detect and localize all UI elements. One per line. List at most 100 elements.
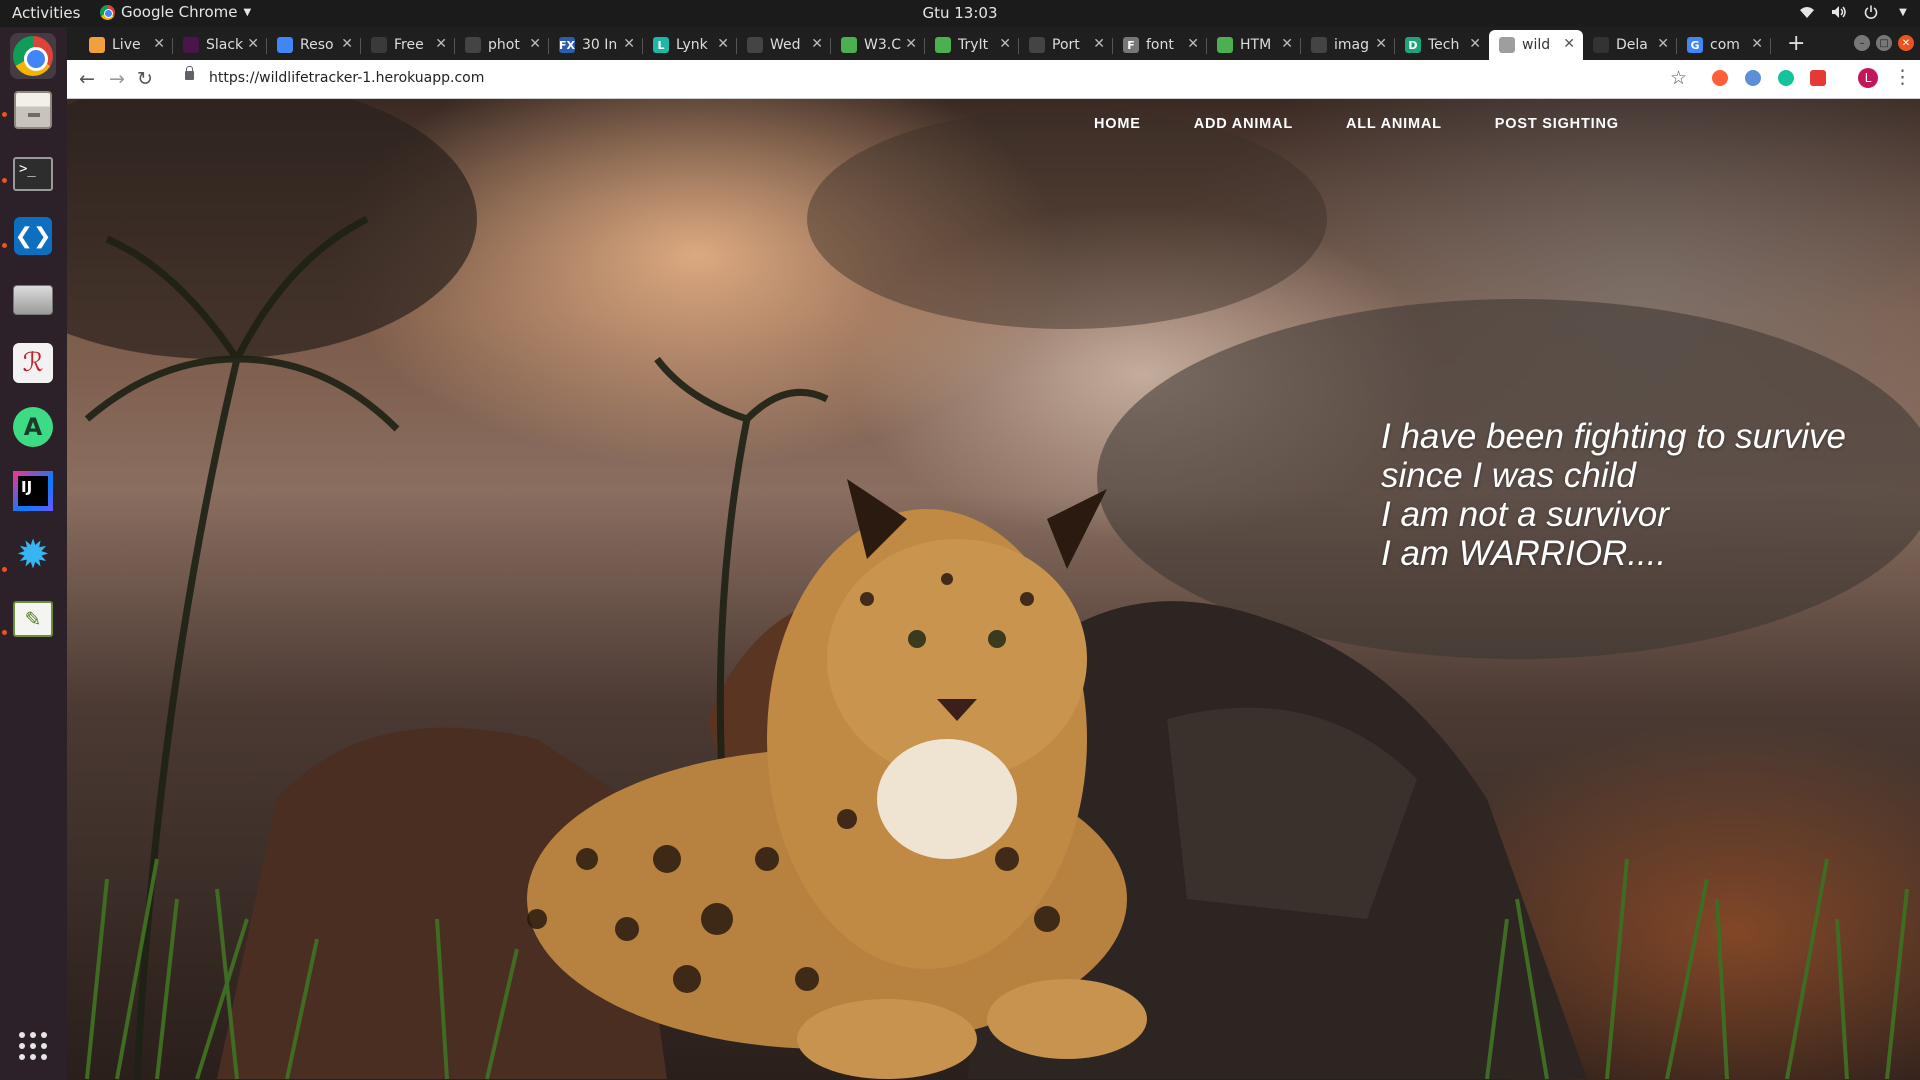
tab-title: Wed xyxy=(770,37,801,53)
reload-button[interactable]: ↻ xyxy=(133,67,157,91)
back-button[interactable]: ← xyxy=(75,67,99,91)
favicon-icon: L xyxy=(653,37,669,53)
tab-title: Port xyxy=(1052,37,1080,53)
browser-tab[interactable]: Port ✕ xyxy=(1019,30,1113,60)
close-tab-icon[interactable]: ✕ xyxy=(529,36,541,52)
close-tab-icon[interactable]: ✕ xyxy=(1563,36,1575,52)
android-studio-icon: A xyxy=(13,407,53,447)
browser-tab[interactable]: Reso ✕ xyxy=(267,30,361,60)
minimize-button[interactable]: – xyxy=(1854,35,1870,51)
favicon-icon xyxy=(89,37,105,53)
tab-title: imag xyxy=(1334,37,1369,53)
browser-tab[interactable]: Free ✕ xyxy=(361,30,455,60)
close-tab-icon[interactable]: ✕ xyxy=(1751,36,1763,52)
dock-item-android-studio[interactable]: A xyxy=(10,404,56,450)
favicon-icon xyxy=(1593,37,1609,53)
extension-icon[interactable] xyxy=(1810,70,1826,86)
browser-tab[interactable]: Gcom ✕ xyxy=(1677,30,1771,60)
activities-button[interactable]: Activities xyxy=(12,4,80,22)
window-controls: – □ ✕ xyxy=(1854,35,1914,51)
maximize-button[interactable]: □ xyxy=(1876,35,1892,51)
browser-tab[interactable]: D Tech ✕ xyxy=(1395,30,1489,60)
close-tab-icon[interactable]: ✕ xyxy=(905,36,917,52)
browser-toolbar: ← → ↻ https://wildlifetracker-1.herokuap… xyxy=(67,60,1920,99)
browser-tab[interactable]: W3.C ✕ xyxy=(831,30,925,60)
browser-tab[interactable]: wild ✕ xyxy=(1489,30,1583,60)
favicon-icon: F xyxy=(1123,37,1139,53)
address-bar[interactable]: https://wildlifetracker-1.herokuapp.com xyxy=(209,70,484,86)
close-tab-icon[interactable]: ✕ xyxy=(623,36,635,52)
extension-icon[interactable] xyxy=(1712,70,1728,86)
close-tab-icon[interactable]: ✕ xyxy=(247,36,259,52)
show-applications-button[interactable] xyxy=(10,1023,56,1069)
grammarly-icon[interactable] xyxy=(1778,70,1794,86)
dock-item-vscode[interactable]: ❮❯ xyxy=(10,213,56,259)
chevron-down-icon: ▼ xyxy=(243,6,252,18)
browser-tab[interactable]: Wed ✕ xyxy=(737,30,831,60)
gear-icon: ✹ xyxy=(16,532,50,578)
close-tab-icon[interactable]: ✕ xyxy=(435,36,447,52)
intellij-icon: IJ xyxy=(13,471,53,511)
browser-tab[interactable]: Live ✕ xyxy=(79,30,173,60)
close-tab-icon[interactable]: ✕ xyxy=(1469,36,1481,52)
tab-title: TryIt xyxy=(958,37,989,53)
close-tab-icon[interactable]: ✕ xyxy=(1657,36,1669,52)
nav-add-animal-link[interactable]: ADD ANIMAL xyxy=(1194,116,1293,132)
close-tab-icon[interactable]: ✕ xyxy=(1187,36,1199,52)
profile-avatar[interactable]: L xyxy=(1858,68,1878,88)
close-tab-icon[interactable]: ✕ xyxy=(717,36,729,52)
wifi-icon[interactable] xyxy=(1798,3,1816,21)
extension-icon[interactable] xyxy=(1745,70,1761,86)
terminal-icon: >_ xyxy=(13,157,53,191)
new-tab-button[interactable]: + xyxy=(1787,31,1805,56)
dock-item-terminal[interactable]: >_ xyxy=(10,151,56,197)
nav-post-sighting-link[interactable]: POST SIGHTING xyxy=(1495,116,1619,132)
close-tab-icon[interactable]: ✕ xyxy=(1281,36,1293,52)
browser-tab[interactable]: TryIt ✕ xyxy=(925,30,1019,60)
running-indicator xyxy=(2,567,7,572)
close-tab-icon[interactable]: ✕ xyxy=(341,36,353,52)
browser-tab[interactable]: L Lynk ✕ xyxy=(643,30,737,60)
chevron-down-icon[interactable]: ▼ xyxy=(1894,3,1912,21)
power-icon[interactable] xyxy=(1862,3,1880,21)
nav-home-link[interactable]: HOME xyxy=(1094,116,1141,132)
dock-item-intellij[interactable]: IJ xyxy=(10,468,56,514)
system-tray[interactable]: ▼ xyxy=(1798,3,1912,21)
browser-tab[interactable]: imag ✕ xyxy=(1301,30,1395,60)
dock-item-files[interactable] xyxy=(10,87,56,133)
app-menu[interactable]: Google Chrome ▼ xyxy=(100,3,251,21)
dock-item-settings[interactable]: ✹ xyxy=(10,532,56,578)
close-tab-icon[interactable]: ✕ xyxy=(999,36,1011,52)
clock[interactable]: Gtu 13:03 xyxy=(922,4,997,22)
favicon-icon xyxy=(935,37,951,53)
forward-button[interactable]: → xyxy=(105,67,129,91)
close-tab-icon[interactable]: ✕ xyxy=(1375,36,1387,52)
dock-item-remmina[interactable]: ℛ xyxy=(10,340,56,386)
bookmark-star-icon[interactable]: ☆ xyxy=(1670,67,1687,89)
dock-item-printers[interactable] xyxy=(10,277,56,323)
tab-title: Slack xyxy=(206,37,244,53)
browser-tab[interactable]: Dela ✕ xyxy=(1583,30,1677,60)
chrome-icon xyxy=(13,36,53,76)
close-tab-icon[interactable]: ✕ xyxy=(811,36,823,52)
close-tab-icon[interactable]: ✕ xyxy=(1093,36,1105,52)
close-window-button[interactable]: ✕ xyxy=(1898,35,1914,51)
dock-item-chrome[interactable] xyxy=(10,33,56,79)
tab-title: Tech xyxy=(1428,37,1460,53)
nav-all-animal-link[interactable]: ALL ANIMAL xyxy=(1346,116,1442,132)
browser-tab[interactable]: Slack ✕ xyxy=(173,30,267,60)
browser-tab[interactable]: FX 30 In ✕ xyxy=(549,30,643,60)
tab-title: 30 In xyxy=(582,37,618,53)
browser-tab[interactable]: Ffont ✕ xyxy=(1113,30,1207,60)
favicon-icon xyxy=(1499,37,1515,53)
dock-item-drawing[interactable]: ✎ xyxy=(10,596,56,642)
lock-icon[interactable] xyxy=(185,66,194,80)
close-tab-icon[interactable]: ✕ xyxy=(153,36,165,52)
volume-icon[interactable] xyxy=(1830,3,1848,21)
app-grid-icon xyxy=(16,1029,50,1063)
favicon-icon xyxy=(371,37,387,53)
tab-title: wild xyxy=(1522,37,1551,53)
browser-tab[interactable]: phot ✕ xyxy=(455,30,549,60)
browser-tab[interactable]: HTM ✕ xyxy=(1207,30,1301,60)
chrome-menu-icon[interactable]: ⋮ xyxy=(1893,66,1912,88)
